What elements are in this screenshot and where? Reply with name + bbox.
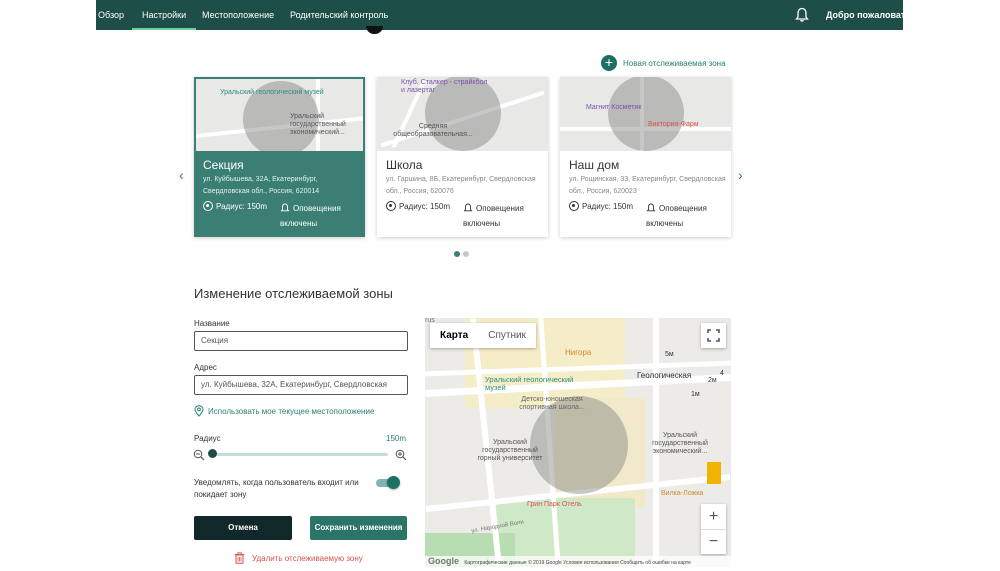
map-label: Геологическая [637,371,692,380]
new-zone-label: Новая отслеживаемая зона [623,58,726,68]
map-label: 5м [665,351,674,358]
location-pin-icon [194,405,204,417]
map-label: Уральский государственный горный универс… [477,439,543,462]
new-zone-button[interactable]: + Новая отслеживаемая зона [601,55,726,71]
zone-card-notify: Оповещения включены [280,201,360,231]
pegman-icon[interactable] [707,462,721,484]
notify-toggle-knob [387,476,400,489]
radius-icon [203,201,213,211]
radius-slider-thumb[interactable] [207,449,217,458]
zone-card-radius-text: Радиус: 150m [399,201,451,211]
use-current-location-link[interactable]: Использовать мое текущее местоположение [194,405,374,417]
address-input[interactable]: ул. Куйбышева, 32А, Екатеринбург, Свердл… [194,375,408,395]
nav-tab-settings[interactable]: Настройки [131,0,197,30]
map-label: Нигора [565,348,592,357]
zone-card-radius: Радиус: 150m [203,201,267,211]
card-map-label: Средняя общеобразовательная... [393,123,473,138]
zone-map[interactable]: rus Нигора 5м Геологическая 2м 4 1м Урал… [425,318,731,567]
zone-card-title: Секция [203,158,244,172]
zone-card-radius-text: Радиус: 150m [582,201,634,211]
welcome-text: Добро пожаловать, [826,10,914,20]
carousel-pagination [454,251,469,257]
map-label: Детско-юношеская спортивная школа... [519,396,585,411]
bell-icon [463,203,473,212]
notify-toggle-label: Уведомлять, когда пользователь входит ил… [194,478,359,499]
map-label: Уральский геологический музей [485,375,574,392]
trash-icon [234,552,245,564]
zone-card-address: ул. Рощинская, 33, Екатеринбург, Свердло… [569,176,726,195]
map-attribution: Картографические данные © 2019 Google Ус… [464,560,691,566]
delete-zone-text: Удалить отслеживаемую зону [252,553,363,563]
map-label: Вилка-Ложка [661,490,704,497]
map-zoom-out-button[interactable]: − [701,529,726,554]
plus-icon: + [601,55,617,71]
radius-label: Радиус [194,434,221,443]
card-map-label: Уральский геологический музей [220,89,324,96]
zone-card-notify: Оповещения включены [646,201,726,231]
zone-card-radius: Радиус: 150m [386,201,450,211]
card-map-label: Магнит Косметик [586,104,642,111]
zone-card-address: ул. Гаршина, 8Б, Екатеринбург, Свердловс… [386,176,536,195]
bell-icon[interactable] [794,7,810,23]
card-map-label: Клуб. Сталкер - страйкбол и лазертаг [401,79,488,94]
cursor-blob [366,26,383,34]
notify-toggle[interactable] [376,476,400,490]
cancel-button[interactable]: Отмена [194,516,292,540]
zone-card-section[interactable]: Уральский геологический музей Уральский … [194,77,365,237]
map-footer: Google Картографические данные © 2019 Go… [425,556,731,567]
map-label: 1м [691,391,700,398]
zone-card-school[interactable]: Клуб. Сталкер - страйкбол и лазертаг Сре… [377,77,548,237]
fullscreen-icon [707,329,720,342]
map-zoom-control: + − [701,504,726,554]
zone-card-radius-text: Радиус: 150m [216,201,268,211]
map-type-satellite-button[interactable]: Спутник [478,323,536,348]
zone-card-title: Школа [386,158,423,172]
zoom-in-icon[interactable] [395,449,407,461]
zone-card-map: Уральский геологический музей Уральский … [194,77,365,151]
card-map-label: Уральский государственный экономический.… [290,113,346,136]
zone-card-title: Наш дом [569,158,620,172]
map-label: Уральский государственный экономический.… [652,432,708,455]
zone-card-map: Клуб. Сталкер - страйкбол и лазертаг Сре… [377,77,548,151]
map-type-map-button[interactable]: Карта [430,323,478,348]
top-nav-bar: Обзор Настройки Местоположение Родительс… [96,0,913,30]
map-label: 2м [708,377,717,384]
zone-card-radius: Радиус: 150m [569,201,633,211]
zone-card-map: Магнит Косметик Виктория-Фарм [560,77,731,151]
carousel-prev-arrow[interactable]: ‹ [179,168,184,182]
edit-zone-title: Изменение отслеживаемой зоны [194,286,393,301]
map-label: 4 [720,370,724,377]
radius-value: 150m [386,434,407,443]
google-logo: Google [428,556,459,566]
address-label: Адрес [194,363,217,372]
fullscreen-button[interactable] [701,323,726,348]
radius-icon [386,201,396,211]
delete-zone-button[interactable]: Удалить отслеживаемую зону [234,552,363,564]
bell-icon [646,203,656,212]
save-changes-button[interactable]: Сохранить изменения [310,516,407,540]
zone-card-notify: Оповещения включены [463,201,543,231]
carousel-next-arrow[interactable]: › [738,168,743,182]
pagination-dot[interactable] [463,251,469,257]
name-label: Название [194,319,230,328]
nav-tab-location[interactable]: Местоположение [202,0,274,30]
zone-card-address: ул. Куйбышева, 32А, Екатеринбург, Свердл… [203,176,320,195]
zone-card-home[interactable]: Магнит Косметик Виктория-Фарм Наш дом ул… [560,77,731,237]
pagination-dot-active[interactable] [454,251,460,257]
radius-slider-track[interactable] [210,453,388,456]
nav-tab-overview[interactable]: Обзор [98,0,124,30]
zoom-out-icon[interactable] [193,449,205,461]
map-type-control: Карта Спутник [430,323,536,348]
card-map-label: Виктория-Фарм [648,121,699,128]
map-zoom-in-button[interactable]: + [701,504,726,529]
radius-icon [569,201,579,211]
name-input[interactable]: Секция [194,331,408,351]
use-location-text: Использовать мое текущее местоположение [208,406,375,416]
bell-icon [280,203,290,212]
map-label: Грин Парк Отель [527,501,582,508]
